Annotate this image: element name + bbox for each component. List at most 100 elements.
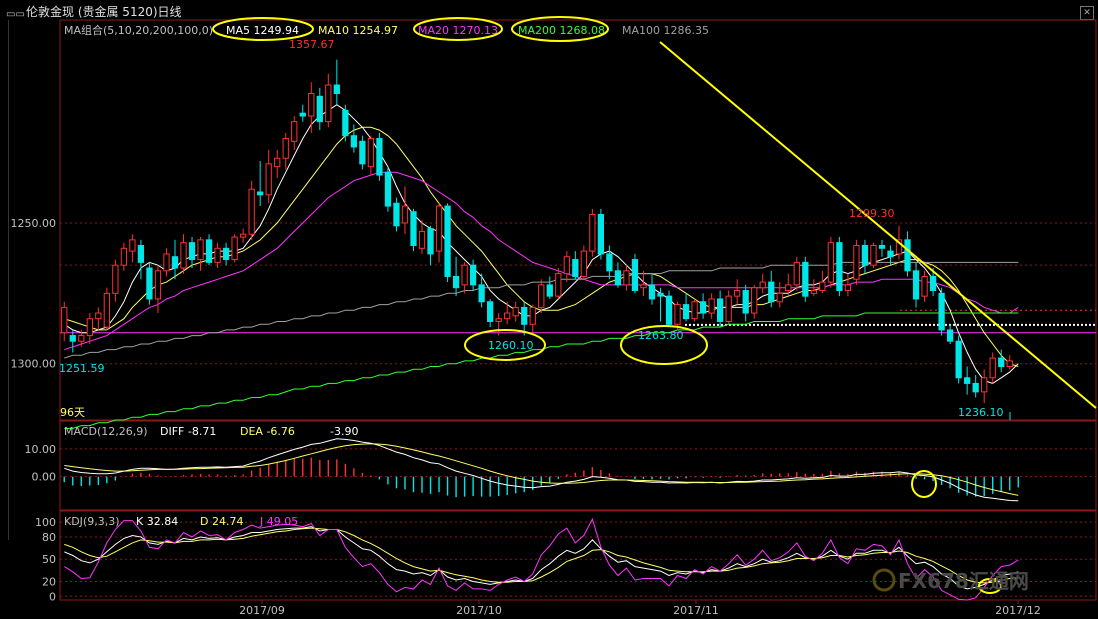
candle[interactable] — [512, 301, 519, 322]
candle[interactable] — [580, 245, 587, 280]
candle[interactable] — [657, 287, 664, 322]
candle[interactable] — [61, 301, 68, 342]
candle[interactable] — [912, 262, 920, 308]
candle[interactable] — [946, 324, 954, 344]
candle[interactable] — [606, 245, 613, 280]
candle[interactable] — [1006, 355, 1013, 370]
candle[interactable] — [146, 262, 153, 305]
candle[interactable] — [538, 279, 545, 314]
candle[interactable] — [972, 374, 979, 398]
candle[interactable] — [103, 287, 110, 330]
candle[interactable] — [802, 256, 809, 302]
candle[interactable] — [716, 290, 724, 328]
candle[interactable] — [86, 313, 93, 344]
main-price-panel[interactable] — [59, 19, 1097, 421]
candle[interactable] — [487, 298, 494, 328]
candle[interactable] — [376, 132, 383, 181]
candle[interactable] — [631, 253, 639, 294]
candle[interactable] — [308, 82, 315, 133]
candle[interactable] — [989, 352, 996, 384]
candle[interactable] — [546, 276, 553, 299]
candle[interactable] — [393, 197, 400, 232]
candle[interactable] — [904, 231, 911, 277]
candle[interactable] — [188, 237, 196, 268]
candle[interactable] — [819, 270, 826, 294]
candle[interactable] — [648, 273, 656, 305]
candle[interactable] — [333, 59, 340, 105]
candle[interactable] — [452, 256, 460, 297]
candle[interactable] — [878, 239, 886, 257]
stock-chart-svg[interactable]: 1300.00 1250.00 MA组合(5,10,20,200,100,0) MA5… — [0, 0, 1098, 619]
candle[interactable] — [95, 307, 102, 330]
candle[interactable] — [316, 87, 323, 131]
candle[interactable] — [699, 293, 707, 319]
candle[interactable] — [827, 237, 835, 288]
candle[interactable] — [205, 234, 213, 266]
candle[interactable] — [274, 149, 281, 178]
candle[interactable] — [418, 220, 426, 254]
candle[interactable] — [725, 290, 732, 325]
candle[interactable] — [785, 273, 792, 297]
candle[interactable] — [682, 293, 690, 322]
candle[interactable] — [708, 293, 715, 319]
candle[interactable] — [469, 259, 477, 291]
candle[interactable] — [751, 284, 758, 319]
candle[interactable] — [844, 273, 852, 297]
candle[interactable] — [401, 186, 409, 235]
candle[interactable] — [427, 225, 434, 266]
candle[interactable] — [137, 239, 145, 280]
candle[interactable] — [572, 251, 579, 280]
candle[interactable] — [921, 270, 928, 302]
candle[interactable] — [282, 132, 289, 170]
candle[interactable] — [231, 234, 238, 263]
candle[interactable] — [529, 304, 536, 333]
candle[interactable] — [623, 265, 630, 291]
candle[interactable] — [444, 203, 451, 283]
candle[interactable] — [197, 237, 204, 271]
candle[interactable] — [120, 242, 128, 271]
candle[interactable] — [861, 239, 869, 274]
candle[interactable] — [163, 248, 170, 277]
candle[interactable] — [359, 135, 366, 170]
candle[interactable] — [239, 228, 247, 243]
candle[interactable] — [384, 166, 392, 212]
candle[interactable] — [325, 73, 332, 128]
candle[interactable] — [299, 104, 306, 122]
candle[interactable] — [367, 135, 375, 176]
candle[interactable] — [248, 180, 255, 240]
candle[interactable] — [69, 329, 76, 353]
candle[interactable] — [597, 208, 605, 260]
candle[interactable] — [793, 256, 800, 291]
candle[interactable] — [759, 273, 766, 294]
candle[interactable] — [614, 262, 622, 288]
candle[interactable] — [504, 301, 511, 325]
candle[interactable] — [410, 208, 417, 252]
candle[interactable] — [350, 124, 358, 153]
candle[interactable] — [112, 259, 119, 302]
candle[interactable] — [981, 369, 988, 404]
candle[interactable] — [257, 161, 264, 207]
candle[interactable] — [665, 290, 673, 328]
candle[interactable] — [955, 335, 962, 384]
candle[interactable] — [495, 313, 502, 336]
candle[interactable] — [563, 251, 570, 283]
candle[interactable] — [171, 239, 179, 280]
candle[interactable] — [870, 242, 877, 268]
candle[interactable] — [180, 234, 187, 274]
candle[interactable] — [768, 270, 775, 308]
candle[interactable] — [691, 298, 698, 322]
candle[interactable] — [742, 284, 749, 322]
candle[interactable] — [342, 104, 349, 142]
candle[interactable] — [291, 116, 298, 150]
candle[interactable] — [776, 282, 783, 308]
chart-window[interactable]: ▭▭ 伦敦金现 (贵金属 5120)日线 ✕ 1300.00 1250.00 MA组… — [0, 0, 1098, 619]
candle[interactable] — [461, 262, 468, 294]
candle[interactable] — [836, 237, 843, 297]
candle[interactable] — [214, 242, 221, 268]
candle[interactable] — [853, 239, 860, 285]
candle[interactable] — [734, 279, 741, 305]
candle[interactable] — [964, 366, 971, 395]
candle[interactable] — [265, 149, 272, 204]
candle[interactable] — [589, 208, 596, 257]
candle[interactable] — [154, 265, 162, 314]
